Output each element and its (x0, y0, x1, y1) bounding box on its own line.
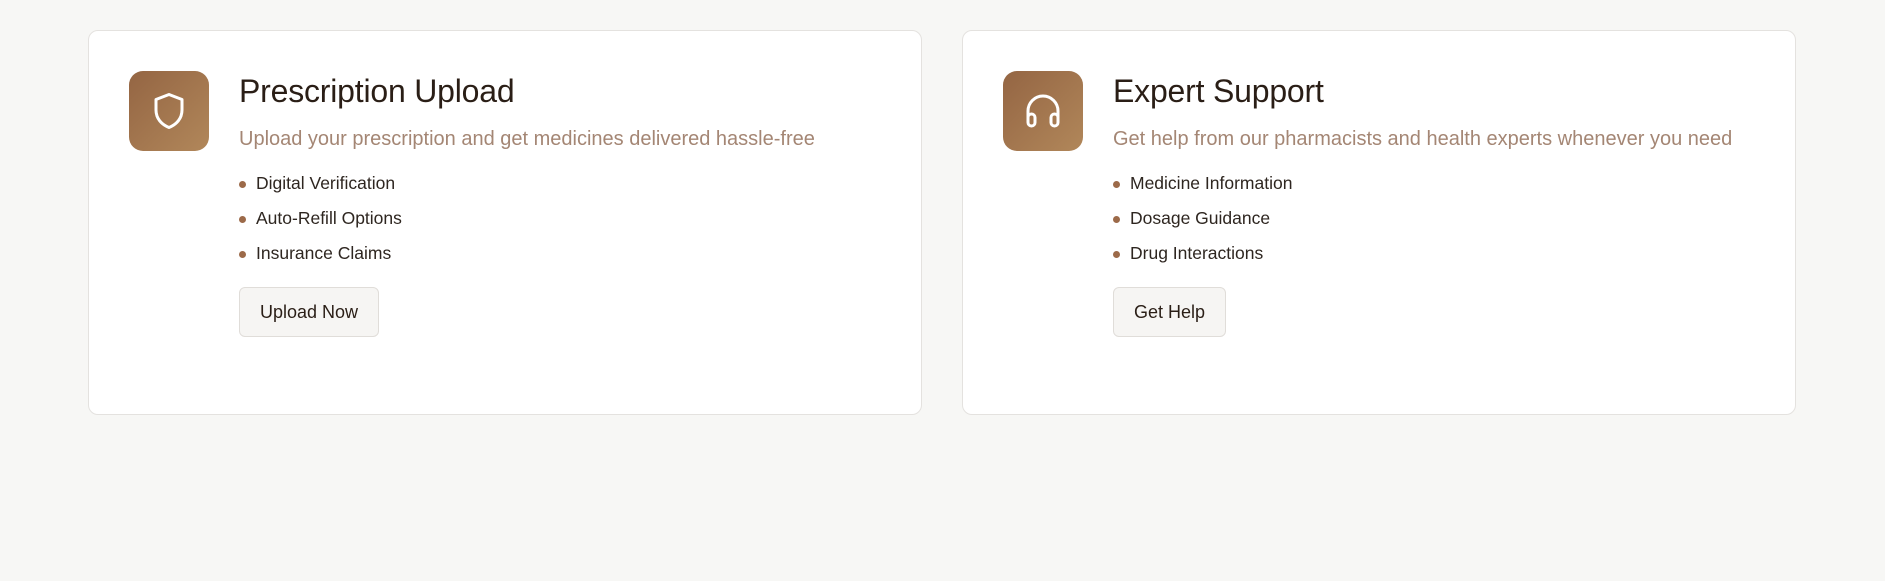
card-title: Expert Support (1113, 73, 1324, 109)
service-cards: Prescription Upload Upload your prescrip… (88, 30, 1796, 415)
feature-item: Medicine Information (1113, 166, 1739, 201)
feature-item: Auto-Refill Options (239, 201, 865, 236)
feature-item: Drug Interactions (1113, 236, 1739, 271)
expert-support-card: Expert Support Get help from our pharmac… (962, 30, 1796, 415)
support-icon-badge (1003, 71, 1083, 151)
upload-now-button[interactable]: Upload Now (239, 287, 380, 337)
headphones-icon (1026, 94, 1060, 128)
prescription-card-content: Prescription Upload Upload your prescrip… (239, 71, 865, 337)
feature-item: Dosage Guidance (1113, 201, 1739, 236)
support-card-content: Expert Support Get help from our pharmac… (1113, 71, 1739, 337)
feature-item: Insurance Claims (239, 236, 865, 271)
card-description: Upload your prescription and get medicin… (239, 128, 815, 150)
card-title: Prescription Upload (239, 73, 515, 109)
prescription-icon-badge (129, 71, 209, 151)
feature-list: Digital Verification Auto-Refill Options… (239, 166, 865, 271)
feature-item: Digital Verification (239, 166, 865, 201)
prescription-upload-card: Prescription Upload Upload your prescrip… (88, 30, 922, 415)
feature-list: Medicine Information Dosage Guidance Dru… (1113, 166, 1739, 271)
shield-icon (154, 93, 184, 129)
get-help-button[interactable]: Get Help (1113, 287, 1227, 337)
card-description: Get help from our pharmacists and health… (1113, 128, 1733, 150)
